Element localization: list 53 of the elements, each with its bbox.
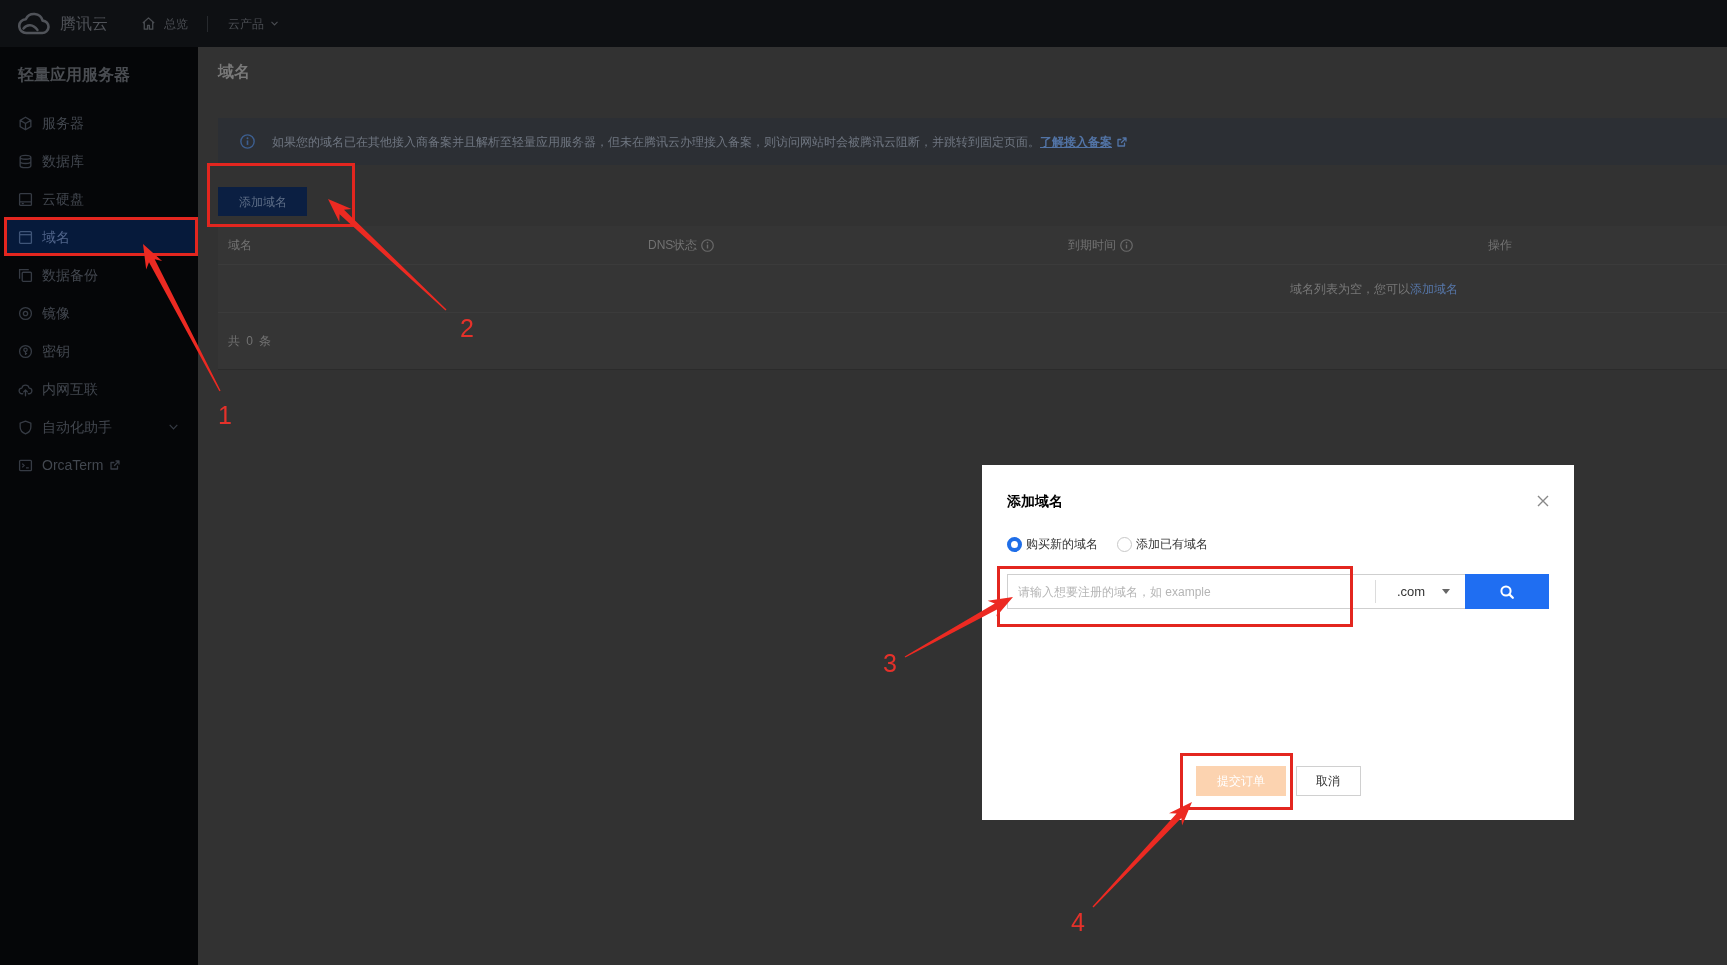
page-title: 域名 [218,62,251,82]
terminal-icon [18,457,33,473]
nav-link[interactable]: 总览 [141,14,188,33]
brand-name: 腾讯云 [60,13,108,34]
close-icon [1537,495,1549,507]
stacked-squares-icon [18,267,33,283]
search-button[interactable] [1465,574,1549,609]
notice-text: 如果您的域名已在其他接入商备案并且解析至轻量应用服务器，但未在腾讯云办理接入备案，则访问网站时会被腾讯云阻断，并跳转到固定页面。了解接入备案 [272,132,1127,151]
step-number: 4 [1071,908,1085,936]
add-domain-button[interactable]: 添加域名 [218,187,307,216]
drive-icon [18,191,33,207]
key-icon [18,343,33,359]
step-number: 1 [218,401,232,429]
sidebar-item[interactable]: 数据库 [6,142,197,180]
window-icon [18,229,33,245]
sidebar-title: 轻量应用服务器 [17,65,131,85]
sidebar-item[interactable]: 镜像 [6,294,197,332]
caret-icon [1442,589,1451,594]
sidebar-item[interactable]: 服务器 [6,104,197,142]
info-icon [240,134,255,149]
home-icon [141,16,156,31]
sidebar-item[interactable]: OrcaTerm [6,446,197,484]
close-button[interactable] [1537,495,1549,507]
sidebar-item[interactable]: 密钥 [6,332,197,370]
sidebar-item[interactable]: 内网互联 [6,370,197,408]
database-icon [18,153,33,169]
radio-option[interactable]: 购买新的域名 [1007,535,1098,553]
column-header: 操作 [1488,237,1512,254]
search-icon [1500,584,1514,599]
domain-input[interactable]: 请输入想要注册的域名，如 example [1007,574,1375,609]
column-header: 域名 [228,237,252,254]
radio-option[interactable]: 添加已有域名 [1117,535,1208,553]
caret-icon [271,21,278,26]
cube-icon [18,115,33,131]
column-header: DNS状态 [648,237,698,254]
sidebar-item[interactable]: 自动化助手 [6,408,197,446]
nav-link[interactable]: 云产品 [228,14,278,33]
cloud-logo-icon [18,12,50,35]
external-link-icon [1117,136,1127,147]
total-count: 共 0 条 [228,333,272,350]
sidebar-item[interactable]: 数据备份 [6,256,197,294]
chevron-down-icon [169,424,178,430]
cancel-button[interactable]: 取消 [1295,766,1361,796]
learn-more-link[interactable]: 了解接入备案 [1040,134,1127,149]
step-number: 2 [460,314,474,342]
sidebar-item[interactable]: 云硬盘 [6,180,197,218]
shield-icon [18,419,33,435]
add-domain-link[interactable]: 添加域名 [1410,281,1458,296]
dialog-title: 添加域名 [1007,492,1063,511]
step-number: 3 [883,649,897,677]
empty-message: 域名列表为空，您可以添加域名 [1290,280,1458,298]
disc-icon [18,305,33,321]
external-link-icon [110,460,121,470]
